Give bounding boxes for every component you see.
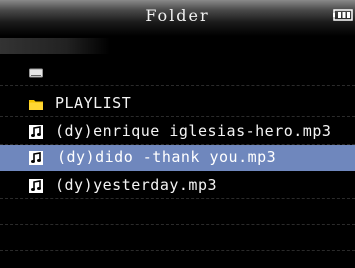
music-note-icon: [29, 179, 43, 193]
list-item-song-selected[interactable]: (dy)dido -thank you.mp3: [0, 145, 355, 171]
list-item-label: (dy)dido -thank you.mp3: [57, 148, 277, 166]
status-strip: [0, 38, 110, 54]
title-bar: Folder: [0, 0, 355, 36]
screen-title: Folder: [145, 6, 210, 25]
music-note-icon: [29, 151, 43, 165]
battery-icon: [333, 9, 353, 21]
list-item-song[interactable]: (dy)enrique iglesias-hero.mp3: [0, 119, 355, 145]
list-item-label: (dy)yesterday.mp3: [55, 176, 218, 194]
folder-icon: [29, 100, 43, 110]
list-item-empty: [0, 199, 355, 225]
music-note-icon: [29, 125, 43, 139]
list-item-song[interactable]: (dy)yesterday.mp3: [0, 173, 355, 199]
list-item-label: PLAYLIST: [55, 94, 132, 112]
list-item-label: (dy)enrique iglesias-hero.mp3: [55, 122, 332, 140]
drive-icon: [29, 68, 43, 78]
list-item-drive[interactable]: [0, 60, 355, 86]
list-item-playlist-folder[interactable]: PLAYLIST: [0, 91, 355, 117]
list-item-empty: [0, 225, 355, 251]
